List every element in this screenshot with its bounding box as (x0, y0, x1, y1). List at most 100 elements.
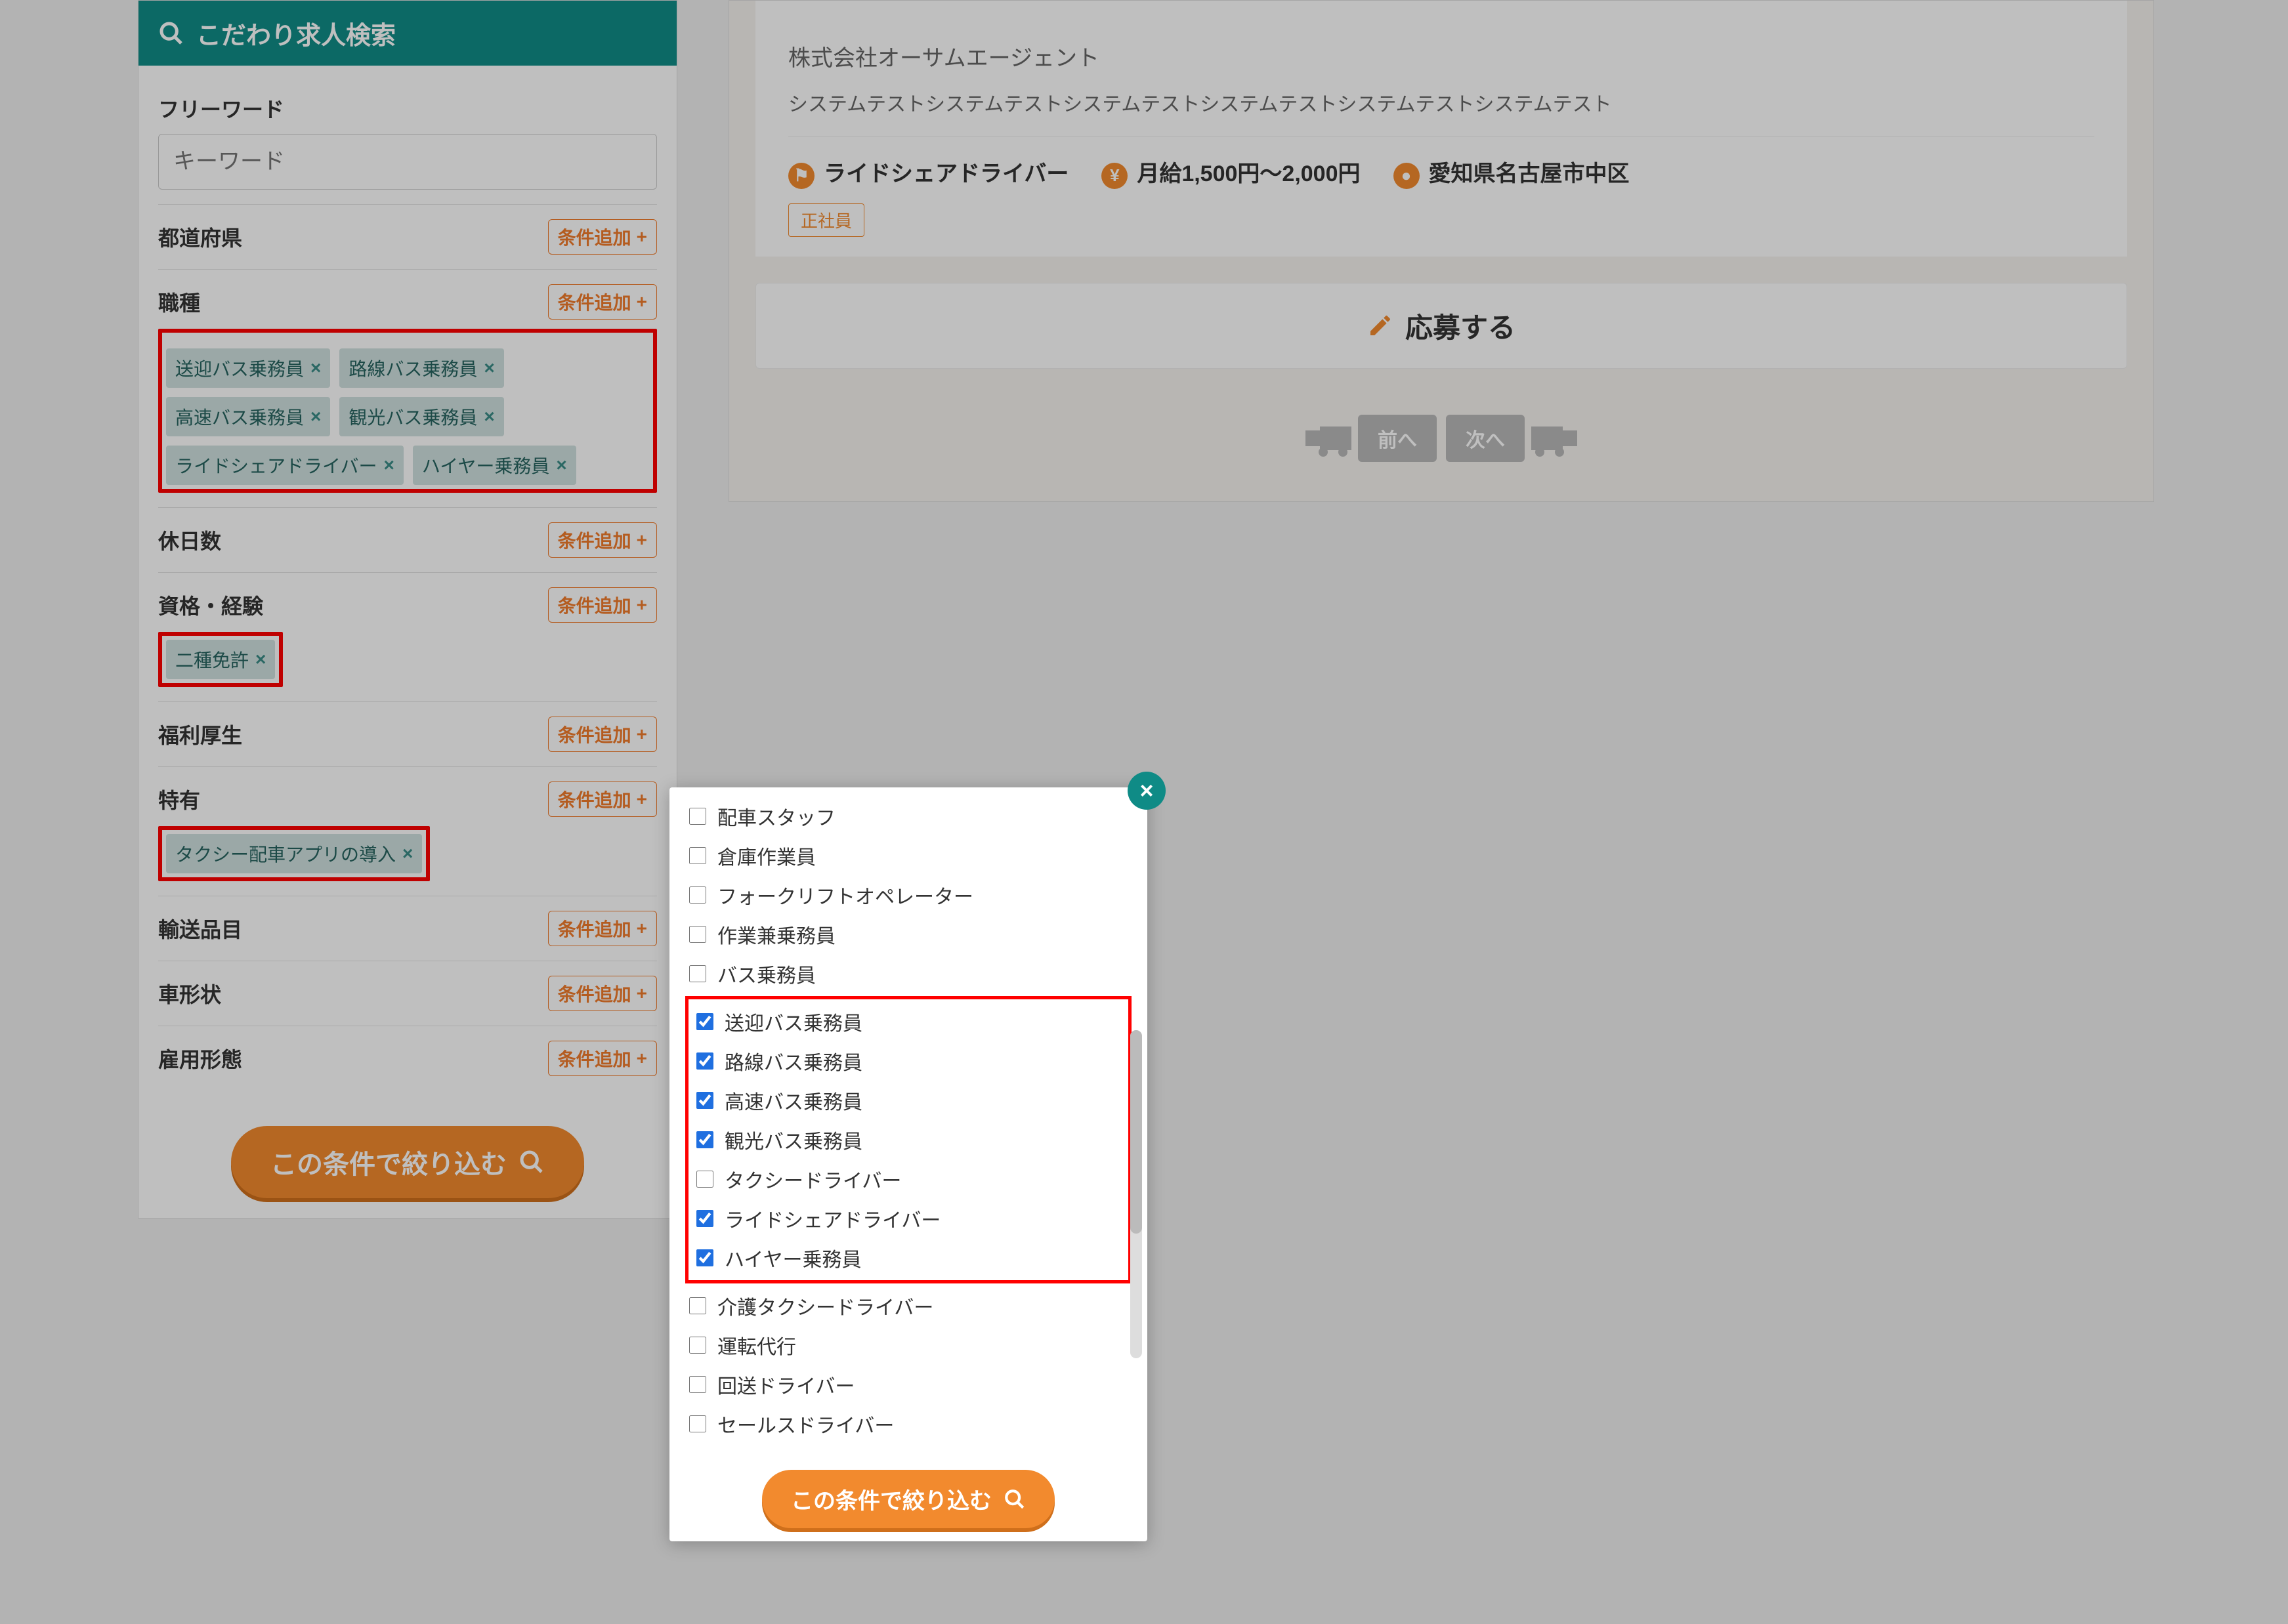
filter-option[interactable]: 回送ドライバー (685, 1365, 1132, 1404)
job-role: ⚑ライドシェアドライバー (788, 156, 1069, 189)
popup-submit-button[interactable]: この条件で絞り込む (762, 1470, 1055, 1528)
job-card: 株式会社オーサムエージェント システムテストシステムテストシステムテストシステム… (729, 0, 2154, 502)
filter-checkbox[interactable] (689, 1376, 706, 1393)
chip-remove-icon[interactable]: × (402, 843, 413, 864)
filter-option[interactable]: バス乗務員 (685, 954, 1132, 993)
plus-icon: + (637, 530, 647, 551)
apply-button[interactable]: 応募する (755, 283, 2127, 369)
close-button[interactable]: × (1128, 772, 1166, 810)
filter-chip[interactable]: 送迎バス乗務員 × (166, 348, 330, 388)
add-condition-vehicle-shape[interactable]: 条件追加+ (548, 976, 657, 1011)
section-welfare: 福利厚生 条件追加+ (158, 702, 657, 767)
filter-option[interactable]: 配車スタッフ (685, 797, 1132, 836)
add-condition-days-off[interactable]: 条件追加+ (548, 522, 657, 558)
filter-option[interactable]: フォークリフトオペレーター (685, 875, 1132, 915)
add-condition-special[interactable]: 条件追加+ (548, 781, 657, 817)
filter-option-label: ライドシェアドライバー (725, 1204, 941, 1233)
chip-remove-icon[interactable]: × (255, 649, 266, 670)
chip-label: 観光バス乗務員 (349, 404, 477, 430)
chip-remove-icon[interactable]: × (484, 406, 494, 427)
filter-checkbox[interactable] (696, 1131, 713, 1148)
filter-option-label: 路線バス乗務員 (725, 1047, 862, 1075)
next-button[interactable]: 次へ (1446, 415, 1525, 462)
filter-checkbox[interactable] (689, 886, 706, 904)
sidebar-submit-button[interactable]: この条件で絞り込む (231, 1126, 584, 1198)
filter-chip[interactable]: ライドシェアドライバー × (166, 446, 404, 485)
filter-chip[interactable]: ハイヤー乗務員× (413, 446, 576, 485)
add-condition-welfare[interactable]: 条件追加+ (548, 717, 657, 752)
filter-option[interactable]: 高速バス乗務員 (692, 1081, 1124, 1120)
scrollbar-thumb[interactable] (1130, 1030, 1142, 1234)
add-condition-employment[interactable]: 条件追加+ (548, 1041, 657, 1076)
add-condition-license[interactable]: 条件追加+ (548, 587, 657, 623)
search-icon (519, 1149, 545, 1175)
filter-checkbox[interactable] (696, 1249, 713, 1266)
chip-label: 二種免許 (175, 646, 249, 673)
filter-chip[interactable]: 高速バス乗務員× (166, 397, 330, 436)
filter-checkbox[interactable] (696, 1092, 713, 1109)
popup-scrollbar[interactable] (1130, 1030, 1142, 1358)
chip-label: ライドシェアドライバー (175, 452, 377, 478)
filter-option[interactable]: 運転代行 (685, 1325, 1132, 1365)
plus-icon: + (637, 594, 647, 615)
filter-checkbox[interactable] (689, 1415, 706, 1432)
plus-icon: + (637, 291, 647, 312)
add-condition-prefecture[interactable]: 条件追加+ (548, 219, 657, 255)
filter-chip[interactable]: 観光バス乗務員 × (339, 397, 503, 436)
filter-option[interactable]: 路線バス乗務員 (692, 1041, 1124, 1081)
sidebar-header: こだわり求人検索 (138, 1, 677, 66)
prev-button[interactable]: 前へ (1358, 415, 1437, 462)
chip-remove-icon[interactable]: × (383, 455, 394, 476)
filter-checkbox[interactable] (689, 1337, 706, 1354)
filter-checkbox[interactable] (696, 1171, 713, 1188)
filter-option[interactable]: 介護タクシードライバー (685, 1286, 1132, 1325)
filter-option[interactable]: セールスドライバー (685, 1404, 1132, 1444)
chip-remove-icon[interactable]: × (484, 358, 494, 379)
filter-option[interactable]: 観光バス乗務員 (692, 1120, 1124, 1159)
filter-option-label: 倉庫作業員 (717, 841, 816, 870)
filter-option-label: セールスドライバー (717, 1409, 894, 1438)
filter-chip[interactable]: 路線バス乗務員× (339, 348, 503, 388)
filter-option[interactable]: 送迎バス乗務員 (692, 1002, 1124, 1041)
filter-option-label: 作業兼乗務員 (717, 920, 836, 949)
filter-option[interactable]: 作業兼乗務員 (685, 915, 1132, 954)
job-location: ●愛知県名古屋市中区 (1393, 156, 1630, 189)
filter-option-label: 観光バス乗務員 (725, 1125, 862, 1154)
occupation-filter-popup: × 配車スタッフ倉庫作業員フォークリフトオペレーター作業兼乗務員バス乗務員送迎バ… (669, 787, 1147, 1541)
filter-chip[interactable]: タクシー配車アプリの導入× (166, 834, 422, 873)
filter-checkbox[interactable] (689, 926, 706, 943)
search-icon (1004, 1488, 1026, 1510)
chip-remove-icon[interactable]: × (556, 455, 566, 476)
job-description: システムテストシステムテストシステムテストシステムテストシステムテストシステムテ… (788, 88, 2094, 117)
filter-option[interactable]: ハイヤー乗務員 (692, 1238, 1124, 1278)
filter-checkbox[interactable] (696, 1210, 713, 1227)
filter-option[interactable]: タクシードライバー (692, 1159, 1124, 1199)
plus-icon: + (637, 724, 647, 745)
chip-label: 送迎バス乗務員 (175, 355, 304, 381)
section-occupation: 職種 条件追加+ 送迎バス乗務員×路線バス乗務員×高速バス乗務員×観光バス乗務員… (158, 270, 657, 508)
filter-checkbox[interactable] (689, 1297, 706, 1314)
filter-checkbox[interactable] (689, 808, 706, 825)
add-condition-occupation[interactable]: 条件追加+ (548, 284, 657, 320)
filter-option[interactable]: ライドシェアドライバー (692, 1199, 1124, 1238)
section-vehicle-shape: 車形状 条件追加+ (158, 961, 657, 1026)
filter-checkbox[interactable] (689, 965, 706, 982)
filter-chip[interactable]: 二種免許 × (166, 640, 275, 679)
add-condition-cargo[interactable]: 条件追加+ (548, 911, 657, 946)
plus-icon: + (637, 789, 647, 810)
plus-icon: + (637, 226, 647, 247)
section-special: 特有 条件追加+ タクシー配車アプリの導入× (158, 767, 657, 896)
filter-checkbox[interactable] (689, 847, 706, 864)
freeword-input[interactable] (158, 134, 657, 190)
employment-badge: 正社員 (788, 203, 864, 237)
yen-icon: ¥ (1101, 163, 1128, 189)
filter-checkbox[interactable] (696, 1013, 713, 1030)
truck-right-icon (1531, 427, 1563, 450)
special-highlight-box: タクシー配車アプリの導入× (158, 826, 430, 881)
filter-option-label: タクシードライバー (725, 1165, 901, 1194)
pager: 前へ 次へ (729, 395, 2153, 501)
chip-remove-icon[interactable]: × (310, 358, 321, 379)
chip-remove-icon[interactable]: × (310, 406, 321, 427)
filter-option[interactable]: 倉庫作業員 (685, 836, 1132, 875)
filter-checkbox[interactable] (696, 1052, 713, 1070)
